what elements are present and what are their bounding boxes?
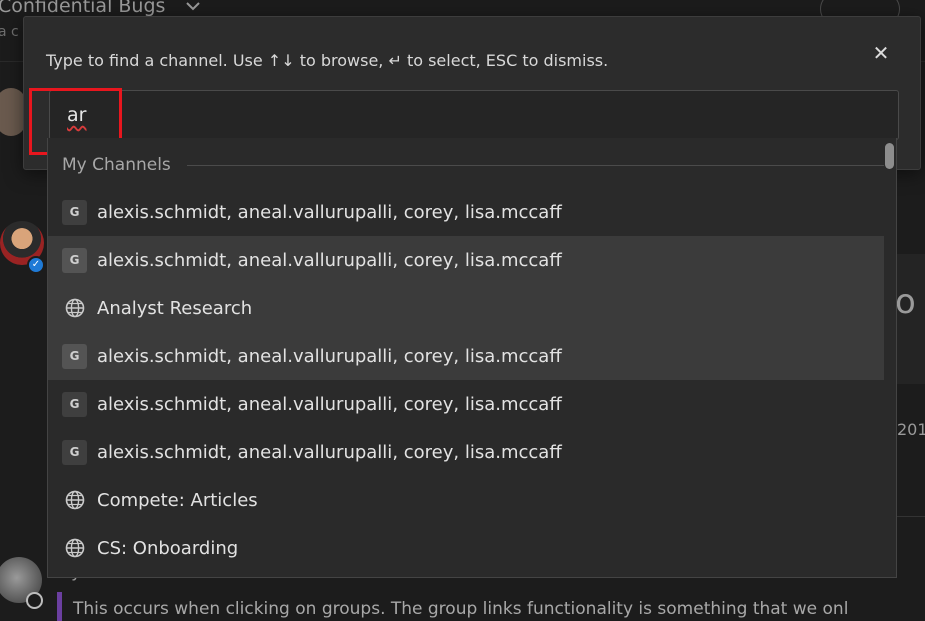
search-input-value[interactable]: ar (67, 104, 86, 126)
group-message-icon: G (62, 199, 87, 225)
channel-option[interactable]: Galexis.schmidt, aneal.vallurupalli, cor… (48, 380, 884, 428)
channel-option[interactable]: Compete: Articles (48, 476, 884, 524)
group-message-icon: G (62, 391, 87, 417)
channel-option[interactable]: Galexis.schmidt, aneal.vallurupalli, cor… (48, 188, 884, 236)
channel-option[interactable]: Galexis.schmidt, aneal.vallurupalli, cor… (48, 428, 884, 476)
channel-option[interactable]: CS: Onboarding (48, 524, 884, 572)
channel-option-label: CS: Onboarding (97, 537, 239, 559)
channel-suggestions-list[interactable]: My Channels Galexis.schmidt, aneal.vallu… (47, 138, 897, 578)
chevron-down-icon[interactable] (186, 0, 200, 15)
globe-icon (62, 488, 87, 513)
quote-bar (57, 592, 62, 621)
channel-option-label: Analyst Research (97, 297, 253, 319)
group-message-icon: G (62, 439, 87, 465)
channel-option-label: alexis.schmidt, aneal.vallurupalli, core… (97, 249, 562, 271)
channel-option-label: alexis.schmidt, aneal.vallurupalli, core… (97, 393, 562, 415)
message-text: This occurs when clicking on groups. The… (73, 599, 849, 619)
channel-subtitle: a c (0, 24, 19, 40)
verified-check-icon: ✓ (27, 256, 45, 274)
modal-hint-text: Type to find a channel. Use ↑↓ to browse… (46, 51, 609, 70)
close-icon[interactable]: ✕ (870, 41, 892, 65)
channel-title[interactable]: Confidential Bugs (0, 0, 165, 17)
channel-search-input[interactable]: ar (49, 90, 899, 140)
globe-icon (62, 536, 87, 561)
section-label: My Channels (62, 155, 171, 175)
status-offline-icon (26, 592, 43, 609)
scrollbar-thumb[interactable] (885, 143, 894, 169)
channel-option[interactable]: Galexis.schmidt, aneal.vallurupalli, cor… (48, 236, 884, 284)
channel-option-label: Compete: Articles (97, 489, 258, 511)
globe-icon (62, 296, 87, 321)
channel-option-label: alexis.schmidt, aneal.vallurupalli, core… (97, 441, 562, 463)
channel-option[interactable]: Galexis.schmidt, aneal.vallurupalli, cor… (48, 332, 884, 380)
channel-option-label: alexis.schmidt, aneal.vallurupalli, core… (97, 201, 562, 223)
divider (186, 164, 884, 166)
channel-option-label: alexis.schmidt, aneal.vallurupalli, core… (97, 345, 562, 367)
side-card-date: 201 (897, 420, 925, 439)
channel-option[interactable]: Analyst Research (48, 284, 884, 332)
group-message-icon: G (62, 343, 87, 369)
side-card-glyph: o (895, 282, 916, 322)
group-message-icon: G (62, 247, 87, 273)
section-header-my-channels: My Channels (62, 155, 884, 175)
divider (896, 516, 925, 517)
